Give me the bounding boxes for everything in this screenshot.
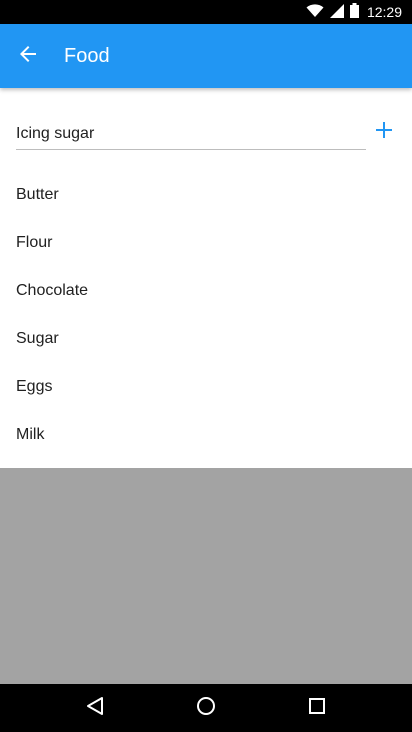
arrow-back-icon	[20, 45, 36, 67]
app-bar: Food	[0, 24, 412, 88]
add-food-row	[16, 116, 396, 152]
plus-icon	[376, 121, 392, 143]
empty-area	[0, 468, 412, 684]
food-list: Butter Flour Chocolate Sugar Eggs Milk	[0, 171, 412, 459]
back-button[interactable]	[0, 24, 56, 88]
nav-home-button[interactable]	[182, 684, 230, 732]
status-time: 12:29	[366, 4, 402, 20]
status-icons	[306, 3, 359, 21]
status-bar: 12:29	[0, 0, 412, 24]
page-title: Food	[64, 44, 110, 67]
food-input[interactable]	[16, 118, 366, 150]
nav-recents-button[interactable]	[293, 684, 341, 732]
battery-icon	[349, 3, 359, 21]
nav-back-button[interactable]	[71, 684, 119, 732]
recents-square-icon	[308, 697, 326, 720]
signal-icon	[329, 3, 344, 21]
list-item[interactable]: Butter	[0, 171, 412, 219]
back-triangle-icon	[86, 696, 104, 721]
list-item[interactable]: Eggs	[0, 363, 412, 411]
home-circle-icon	[196, 696, 216, 721]
navigation-bar	[0, 684, 412, 732]
list-item[interactable]: Sugar	[0, 315, 412, 363]
list-item[interactable]: Chocolate	[0, 267, 412, 315]
content-area: Butter Flour Chocolate Sugar Eggs Milk	[0, 88, 412, 468]
add-button[interactable]	[372, 120, 396, 144]
list-item[interactable]: Milk	[0, 411, 412, 459]
list-item[interactable]: Flour	[0, 219, 412, 267]
wifi-icon	[306, 3, 324, 21]
